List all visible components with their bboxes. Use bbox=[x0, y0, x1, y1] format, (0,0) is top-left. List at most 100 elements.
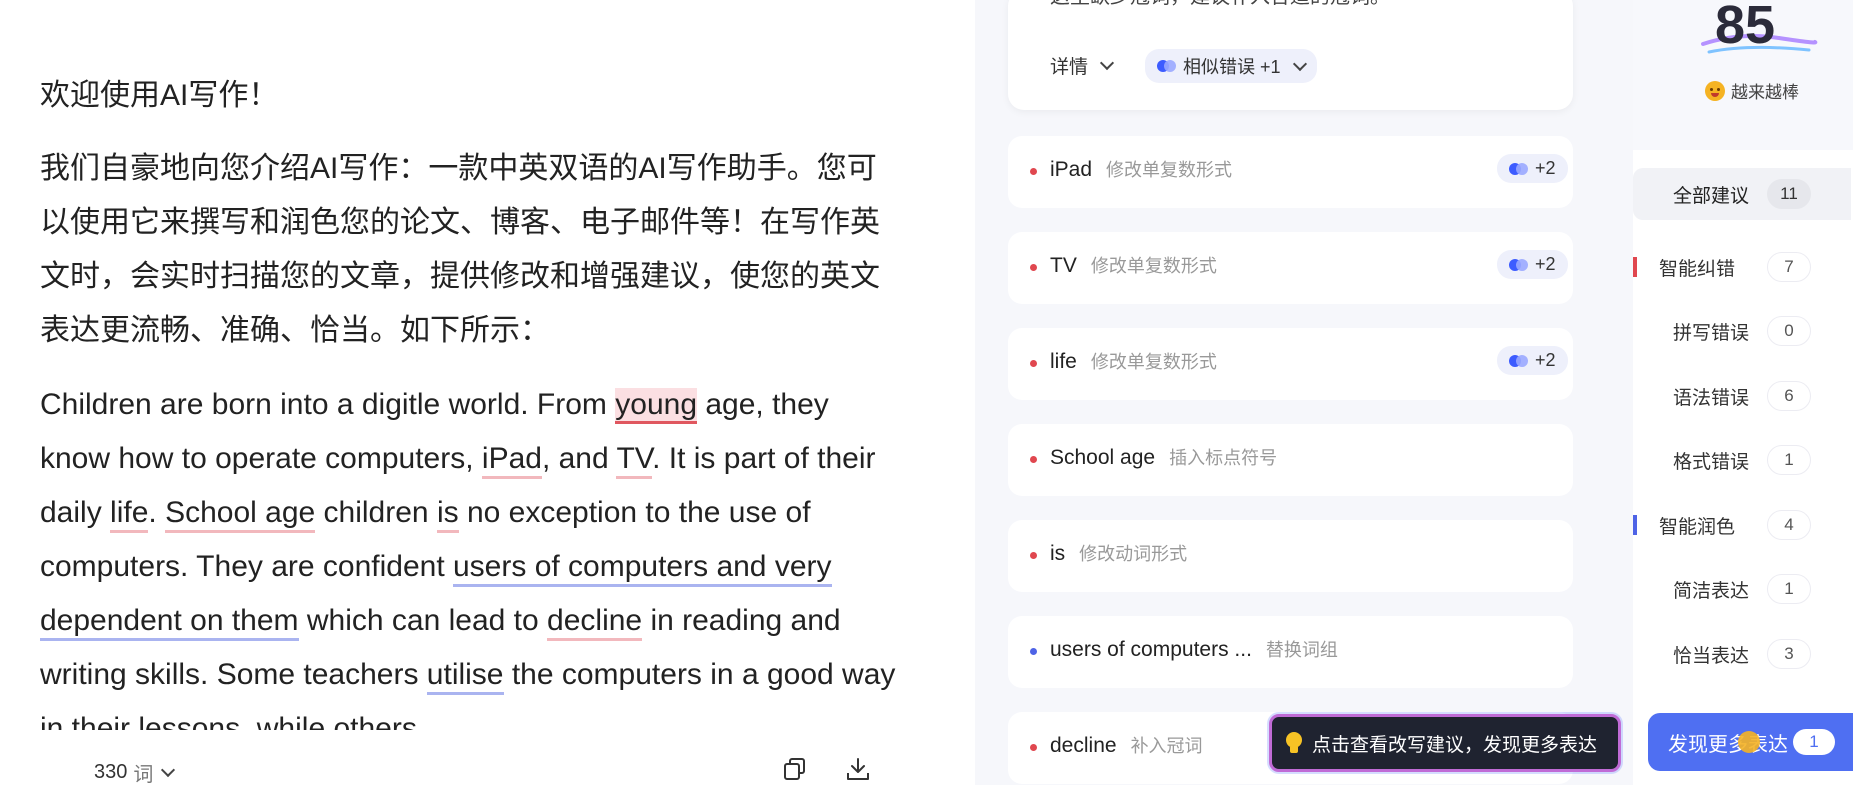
essay-text: , and bbox=[541, 442, 617, 475]
word-count-dropdown[interactable]: 330 词 bbox=[94, 758, 176, 785]
download-icon[interactable] bbox=[845, 756, 871, 782]
filter-label: 语法错误 bbox=[1673, 387, 1750, 409]
details-toggle[interactable]: 详情 bbox=[1050, 52, 1115, 79]
essay-text: . bbox=[148, 496, 166, 529]
highlight-decline[interactable]: decline bbox=[547, 604, 643, 641]
suggestion-desc: 修改单复数形式 bbox=[1090, 256, 1217, 276]
writing-score: 85 bbox=[1715, 0, 1776, 55]
similar-count-pill[interactable]: +2 bbox=[1497, 154, 1568, 183]
suggestion-list[interactable]: 这里缺少冠词，建议补入合适的冠词。 详情 相似错误 +1 iPad 修改单复数形式… bbox=[975, 0, 1633, 785]
rewrite-tooltip[interactable]: 点击查看改写建议，发现更多表达 bbox=[1269, 714, 1621, 772]
filter-label: 智能纠错 bbox=[1659, 258, 1736, 280]
editor-pane[interactable]: 欢迎使用AI写作！ 我们自豪地向您介绍AI写作：一款中英双语的AI写作助手。您可… bbox=[0, 0, 975, 785]
chevron-down-icon bbox=[161, 762, 176, 778]
suggestion-item[interactable]: School age 插入标点符号 bbox=[1008, 424, 1573, 496]
similar-count: +2 bbox=[1535, 350, 1556, 370]
suggestion-item[interactable]: users of computers ... 替换词组 bbox=[1008, 616, 1573, 688]
dots-icon bbox=[1509, 162, 1529, 175]
category-bar bbox=[1633, 515, 1637, 535]
score-mood: 越来越棒 bbox=[1705, 78, 1799, 103]
editor-content[interactable]: 欢迎使用AI写作！ 我们自豪地向您介绍AI写作：一款中英双语的AI写作助手。您可… bbox=[40, 70, 900, 756]
suggestion-item[interactable]: life 修改单复数形式 +2 bbox=[1008, 328, 1573, 400]
suggestion-item[interactable]: is 修改动词形式 bbox=[1008, 520, 1573, 592]
error-bullet bbox=[1030, 456, 1037, 463]
similar-count: +2 bbox=[1535, 158, 1556, 178]
chevron-down-icon bbox=[1292, 56, 1307, 71]
highlight-life[interactable]: life bbox=[110, 496, 149, 533]
copy-icon[interactable] bbox=[782, 756, 808, 782]
error-bullet bbox=[1030, 168, 1037, 175]
greeting-line: 欢迎使用AI写作！ bbox=[40, 79, 279, 112]
suggestion-desc: 替换词组 bbox=[1265, 640, 1338, 660]
suggestion-desc: 修改单复数形式 bbox=[1106, 160, 1233, 180]
filter-label: 格式错误 bbox=[1673, 451, 1750, 473]
filter-label: 全部建议 bbox=[1673, 185, 1750, 207]
suggestion-word: iPad bbox=[1050, 158, 1093, 181]
filter-all-suggestions[interactable]: 全部建议 11 bbox=[1633, 168, 1851, 220]
cursor-indicator bbox=[1738, 731, 1760, 753]
details-label: 详情 bbox=[1050, 57, 1089, 78]
similar-count: +2 bbox=[1535, 254, 1556, 274]
suggestion-word: users of computers ... bbox=[1050, 638, 1252, 661]
suggestion-item[interactable]: iPad 修改单复数形式 +2 bbox=[1008, 136, 1573, 208]
filter-count: 6 bbox=[1767, 381, 1811, 411]
filter-count: 1 bbox=[1767, 445, 1811, 475]
filter-grammar[interactable]: 语法错误 6 bbox=[1633, 381, 1851, 411]
tooltip-text: 点击查看改写建议，发现更多表达 bbox=[1312, 734, 1598, 756]
category-bar bbox=[1633, 257, 1637, 277]
filter-count: 11 bbox=[1767, 179, 1811, 209]
error-bullet bbox=[1030, 264, 1037, 271]
filter-label: 恰当表达 bbox=[1673, 645, 1750, 667]
filter-spelling[interactable]: 拼写错误 0 bbox=[1633, 316, 1851, 346]
filter-smart-polish[interactable]: 智能润色 4 bbox=[1633, 510, 1851, 540]
filter-count: 3 bbox=[1767, 639, 1811, 669]
discover-label: 发现更多表达 bbox=[1668, 733, 1788, 756]
lightbulb-icon bbox=[1286, 732, 1302, 754]
essay-text: Children are born into a digitle world. … bbox=[40, 388, 616, 421]
filter-concise[interactable]: 简洁表达 1 bbox=[1633, 574, 1851, 604]
similar-count-pill[interactable]: +2 bbox=[1497, 346, 1568, 375]
word-count: 330 bbox=[94, 761, 128, 783]
mood-text: 越来越棒 bbox=[1731, 83, 1799, 102]
highlight-ipad[interactable]: iPad bbox=[481, 442, 542, 479]
filter-smart-correction[interactable]: 智能纠错 7 bbox=[1633, 252, 1851, 282]
intro-paragraph: 我们自豪地向您介绍AI写作：一款中英双语的AI写作助手。您可以使用它来撰写和润色… bbox=[40, 152, 880, 347]
highlight-young[interactable]: young bbox=[615, 388, 698, 424]
highlight-utilise[interactable]: utilise bbox=[426, 658, 504, 695]
dots-icon bbox=[1157, 60, 1177, 72]
dots-icon bbox=[1509, 354, 1529, 367]
discover-count: 1 bbox=[1793, 729, 1835, 755]
filter-count: 1 bbox=[1767, 574, 1811, 604]
filter-format[interactable]: 格式错误 1 bbox=[1633, 445, 1851, 475]
highlight-tv[interactable]: TV bbox=[616, 442, 653, 479]
suggestion-word: School age bbox=[1050, 446, 1156, 469]
similar-label: 相似错误 +1 bbox=[1183, 57, 1281, 77]
filter-count: 7 bbox=[1767, 252, 1811, 282]
similar-errors-pill[interactable]: 相似错误 +1 bbox=[1145, 49, 1317, 83]
error-bullet bbox=[1030, 360, 1037, 367]
suggestion-desc: 修改单复数形式 bbox=[1090, 352, 1217, 372]
essay-text: which can lead to bbox=[298, 604, 548, 637]
error-bullet bbox=[1030, 552, 1037, 559]
filter-label: 智能润色 bbox=[1659, 516, 1736, 538]
suggestion-item[interactable]: TV 修改单复数形式 +2 bbox=[1008, 232, 1573, 304]
highlight-school-age[interactable]: School age bbox=[165, 496, 316, 533]
smiley-icon bbox=[1705, 80, 1725, 101]
suggestion-explanation: 这里缺少冠词，建议补入合适的冠词。 bbox=[1050, 0, 1390, 9]
filter-label: 简洁表达 bbox=[1673, 580, 1750, 602]
suggestion-card-expanded[interactable]: 这里缺少冠词，建议补入合适的冠词。 详情 相似错误 +1 bbox=[1008, 0, 1573, 110]
filter-label: 拼写错误 bbox=[1673, 322, 1750, 344]
dots-icon bbox=[1509, 258, 1529, 271]
chevron-down-icon bbox=[1099, 55, 1115, 71]
suggestion-word: decline bbox=[1050, 734, 1117, 757]
suggestion-word: life bbox=[1050, 350, 1077, 373]
suggestion-word: TV bbox=[1050, 254, 1077, 277]
suggestion-desc: 插入标点符号 bbox=[1169, 448, 1278, 468]
essay-paragraph: Children are born into a digitle world. … bbox=[40, 378, 900, 756]
score-sidebar: 85 越来越棒 全部建议 11 智能纠错 7 拼写错误 0 语法错误 6 格式错… bbox=[1633, 0, 1853, 785]
highlight-is[interactable]: is bbox=[436, 496, 459, 533]
filter-count: 0 bbox=[1767, 316, 1811, 346]
word-unit: 词 bbox=[133, 764, 154, 785]
filter-appropriate[interactable]: 恰当表达 3 bbox=[1633, 639, 1851, 669]
similar-count-pill[interactable]: +2 bbox=[1497, 250, 1568, 279]
